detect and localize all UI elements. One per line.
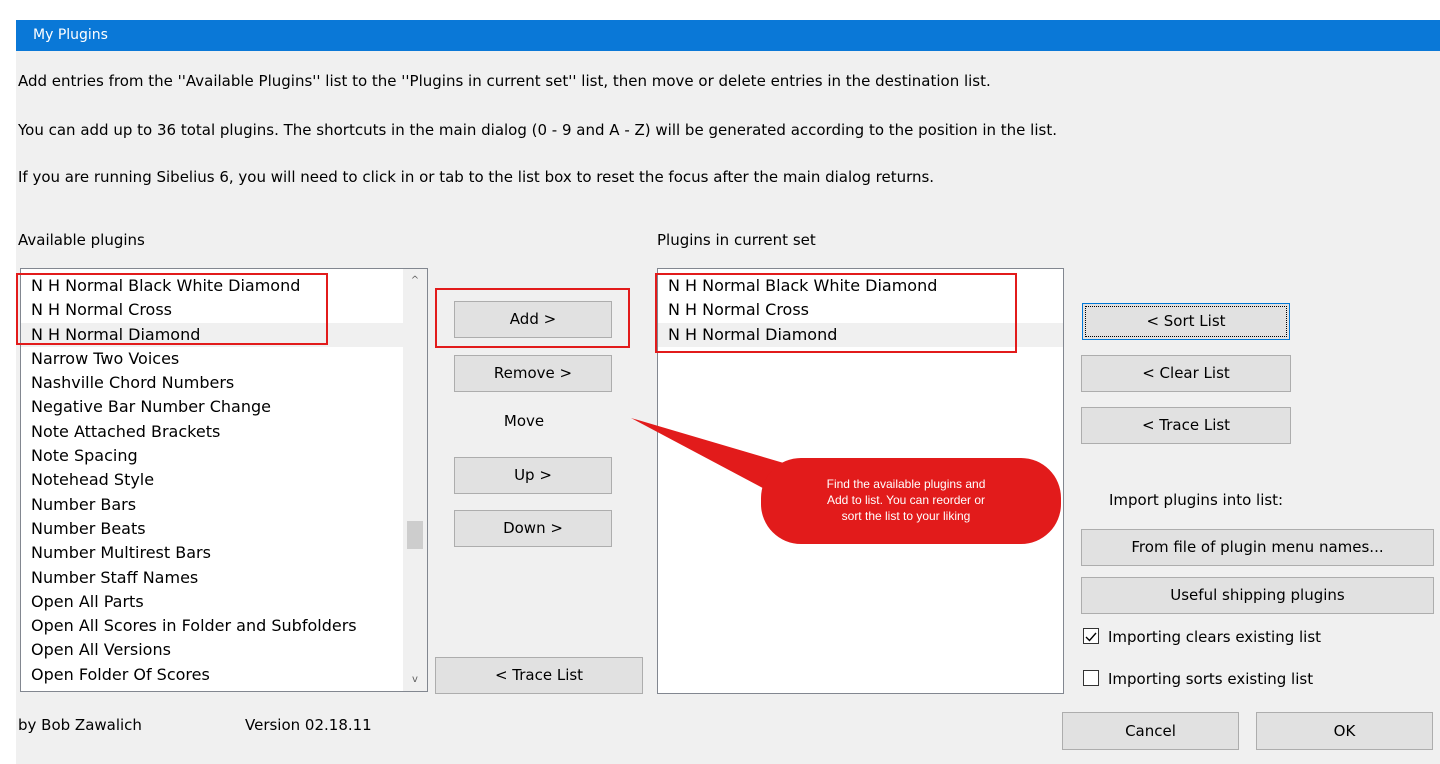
move-label: Move — [503, 412, 545, 430]
available-plugin-item[interactable]: Open Folder Of Scores — [21, 663, 427, 687]
import-plugins-label: Import plugins into list: — [1109, 491, 1284, 509]
highlight-add-button — [435, 288, 630, 348]
highlight-current-set — [655, 273, 1017, 353]
up-button[interactable]: Up > — [454, 457, 612, 494]
available-plugin-item[interactable]: Open All Parts — [21, 590, 427, 614]
checkmark-icon — [1085, 632, 1097, 642]
ok-button[interactable]: OK — [1256, 712, 1433, 750]
available-plugin-item[interactable]: Open All Scores in Folder and Subfolders — [21, 614, 427, 638]
available-plugin-item[interactable]: Number Multirest Bars — [21, 541, 427, 565]
instruction-line-1: Add entries from the ''Available Plugins… — [18, 72, 991, 90]
remove-button[interactable]: Remove > — [454, 355, 612, 392]
available-plugins-label: Available plugins — [18, 231, 145, 249]
trace-list-button-middle[interactable]: < Trace List — [435, 657, 643, 694]
current-set-label: Plugins in current set — [657, 231, 816, 249]
callout-line-1: Find the available plugins and — [826, 477, 986, 491]
import-sorts-label[interactable]: Importing sorts existing list — [1108, 670, 1313, 688]
window-title: My Plugins — [33, 27, 108, 43]
available-plugin-item[interactable]: Note Spacing — [21, 444, 427, 468]
down-button[interactable]: Down > — [454, 510, 612, 547]
trace-list-button-right[interactable]: < Trace List — [1081, 407, 1291, 444]
scroll-up-icon[interactable]: ^ — [403, 275, 427, 286]
window-title-bar: My Plugins — [16, 20, 1440, 51]
useful-shipping-plugins-button[interactable]: Useful shipping plugins — [1081, 577, 1434, 614]
available-plugin-item[interactable]: Number Staff Names — [21, 566, 427, 590]
cancel-button[interactable]: Cancel — [1062, 712, 1239, 750]
available-plugin-item[interactable]: Narrow Two Voices — [21, 347, 427, 371]
available-plugin-item[interactable]: Nashville Chord Numbers — [21, 371, 427, 395]
available-plugin-item[interactable]: Number Bars — [21, 493, 427, 517]
import-from-file-button[interactable]: From file of plugin menu names... — [1081, 529, 1434, 566]
clear-list-button[interactable]: < Clear List — [1081, 355, 1291, 392]
available-plugin-item[interactable]: Negative Bar Number Change — [21, 395, 427, 419]
available-plugin-item[interactable]: Open All Versions — [21, 638, 427, 662]
instruction-line-3: If you are running Sibelius 6, you will … — [18, 168, 935, 186]
instruction-line-2: You can add up to 36 total plugins. The … — [18, 121, 1057, 139]
sort-list-button[interactable]: < Sort List — [1082, 303, 1290, 340]
available-list-scrollbar[interactable]: ^ v — [403, 269, 427, 691]
sort-list-label: < Sort List — [1146, 312, 1226, 330]
scroll-thumb[interactable] — [407, 521, 423, 549]
author-label: by Bob Zawalich — [18, 716, 142, 734]
import-sorts-checkbox[interactable] — [1083, 670, 1099, 686]
plugins-dialog: Add entries from the ''Available Plugins… — [16, 51, 1440, 764]
callout-line-3: sort the list to your liking — [841, 509, 971, 523]
available-plugin-item[interactable]: Note Attached Brackets — [21, 420, 427, 444]
highlight-available-selection — [16, 273, 328, 345]
scroll-down-icon[interactable]: v — [403, 674, 427, 685]
import-clears-label[interactable]: Importing clears existing list — [1108, 628, 1321, 646]
callout-line-2: Add to list. You can reorder or — [826, 493, 986, 507]
version-label: Version 02.18.11 — [245, 716, 372, 734]
available-plugin-item[interactable]: Number Beats — [21, 517, 427, 541]
import-clears-checkbox[interactable] — [1083, 628, 1099, 644]
callout-text: Find the available plugins and Add to li… — [776, 476, 1036, 524]
available-plugin-item[interactable]: Notehead Style — [21, 468, 427, 492]
